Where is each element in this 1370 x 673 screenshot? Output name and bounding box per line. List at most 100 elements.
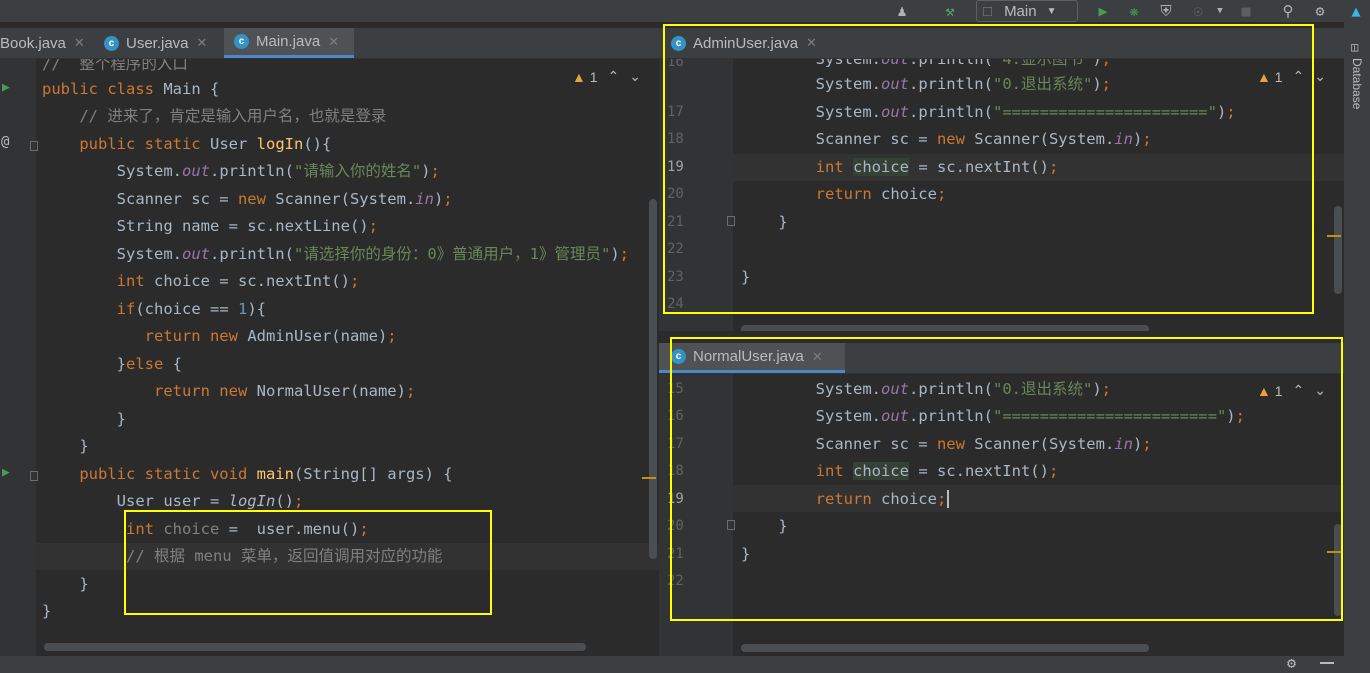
code-line: }else { xyxy=(42,355,183,373)
chevron-down-icon[interactable]: ⌄ xyxy=(1314,382,1326,399)
close-icon[interactable]: ✕ xyxy=(197,35,208,51)
inspection-widget[interactable]: ▲ 1 ⌃ ⌄ xyxy=(572,68,641,85)
horizontal-scrollbar[interactable] xyxy=(741,325,1149,331)
vertical-scrollbar[interactable] xyxy=(1334,206,1342,294)
line-number: 22 xyxy=(667,241,684,257)
code-line: return choice; xyxy=(741,185,947,203)
code-line: System.out.println("====================… xyxy=(741,407,1245,425)
chevron-down-icon: ▼ xyxy=(1046,5,1057,17)
chevron-down-icon[interactable]: ⌄ xyxy=(1314,68,1326,85)
code-line: User user = logIn(); xyxy=(42,492,304,510)
code-line: public static void main(String[] args) { xyxy=(42,465,453,483)
stop-icon[interactable]: ■ xyxy=(1234,1,1258,21)
database-icon[interactable]: ◫ xyxy=(1351,40,1358,54)
close-icon[interactable]: ✕ xyxy=(74,35,85,51)
profile-dropdown-icon[interactable]: ▼ xyxy=(1208,1,1232,21)
tab-label: Main.java xyxy=(256,33,321,50)
close-icon[interactable]: ✕ xyxy=(812,349,823,365)
main-java-editor[interactable]: ▶ @ ▶ // 整个程序的入口 public class Main { // … xyxy=(0,59,659,656)
chevron-up-icon[interactable]: ⌃ xyxy=(1293,382,1305,399)
left-tab-strip: Book.java ✕ c User.java ✕ c Main.java ✕ xyxy=(0,28,659,59)
chevron-up-icon[interactable]: ⌃ xyxy=(608,68,620,85)
database-label: Database xyxy=(1350,58,1364,110)
fold-icon[interactable] xyxy=(727,520,735,530)
warning-marker[interactable] xyxy=(1327,551,1341,553)
admin-user-editor[interactable]: 16 17 18 19 20 21 22 23 24 System.out.pr… xyxy=(659,59,1344,331)
vertical-scrollbar[interactable] xyxy=(1334,524,1342,616)
close-icon[interactable]: ✕ xyxy=(328,34,339,50)
class-icon: c xyxy=(234,34,249,49)
gear-icon[interactable]: ⚙ xyxy=(1287,654,1296,672)
minimize-icon[interactable] xyxy=(1320,662,1334,664)
warning-marker[interactable] xyxy=(642,477,656,479)
debug-icon[interactable]: ❋ xyxy=(1122,1,1146,21)
vertical-scrollbar[interactable] xyxy=(649,199,657,559)
normal-user-editor[interactable]: 15 16 17 18 19 20 21 22 System.out.print… xyxy=(659,374,1344,656)
code-line: System.out.println("0.退出系统"); xyxy=(741,380,1111,398)
code-line: } xyxy=(42,437,89,455)
code-line: String name = sc.nextLine(); xyxy=(42,217,378,235)
line-number: 15 xyxy=(667,381,684,397)
tab-user-java[interactable]: c User.java ✕ xyxy=(104,28,224,58)
code-line: return new NormalUser(name); xyxy=(42,382,416,400)
tab-book-java[interactable]: Book.java ✕ xyxy=(0,28,98,58)
line-number: 24 xyxy=(667,296,684,312)
run-gutter-icon[interactable]: ▶ xyxy=(2,80,10,95)
profile-icon[interactable]: ☉ xyxy=(1186,1,1210,21)
gear-icon[interactable]: ⚙ xyxy=(1308,1,1332,21)
code-line: int choice = sc.nextInt(); xyxy=(741,462,1059,480)
inspection-widget[interactable]: ▲ 1 ⌃ ⌄ xyxy=(1257,382,1326,399)
horizontal-scrollbar[interactable] xyxy=(741,644,1149,652)
user-icon[interactable]: ♟ xyxy=(890,1,914,21)
line-number: 20 xyxy=(667,186,684,202)
code-line: // 根据 menu 菜单，返回值调用对应的功能 xyxy=(42,547,443,565)
line-number: 19 xyxy=(667,491,684,507)
tab-label: User.java xyxy=(126,34,189,52)
fold-icon[interactable] xyxy=(727,216,735,226)
tab-normal-user-java[interactable]: c NormalUser.java ✕ xyxy=(659,343,845,373)
chevron-down-icon[interactable]: ⌄ xyxy=(629,68,641,85)
code-line: } xyxy=(42,575,89,593)
jetbrains-icon[interactable]: ▲ xyxy=(1344,1,1368,21)
code-line: int choice = sc.nextInt(); xyxy=(741,158,1059,176)
admin-tab-strip: c AdminUser.java ✕ xyxy=(659,28,1344,59)
tab-label: Book.java xyxy=(0,34,66,52)
run-configuration-select[interactable]: □ Main ▼ xyxy=(976,0,1078,22)
line-number: 17 xyxy=(667,104,684,120)
code-line: // 进来了，肯定是输入用户名，也就是登录 xyxy=(42,107,387,125)
horizontal-scrollbar[interactable] xyxy=(44,643,586,651)
inspection-widget[interactable]: ▲ 1 ⌃ ⌄ xyxy=(1257,68,1326,85)
search-icon[interactable]: ⚲ xyxy=(1276,1,1300,21)
class-icon: c xyxy=(671,349,686,364)
run-icon[interactable]: ▶ xyxy=(1091,1,1115,21)
line-number: 21 xyxy=(667,546,684,562)
tab-main-java[interactable]: c Main.java ✕ xyxy=(224,28,354,58)
database-tool-button[interactable]: Database xyxy=(1346,58,1368,148)
warning-marker[interactable] xyxy=(1327,235,1341,237)
class-icon: c xyxy=(104,35,119,51)
code-line: int choice = user.menu(); xyxy=(42,520,369,538)
coverage-icon[interactable]: ⛨ xyxy=(1154,1,1178,21)
warning-count: 1 xyxy=(1274,382,1283,399)
fold-icon[interactable] xyxy=(30,141,38,151)
close-icon[interactable]: ✕ xyxy=(806,35,817,51)
chevron-up-icon[interactable]: ⌃ xyxy=(1293,68,1305,85)
line-number: 21 xyxy=(667,214,684,230)
tab-label: NormalUser.java xyxy=(693,348,804,365)
line-number: 22 xyxy=(667,573,684,589)
code-line: public class Main { xyxy=(42,80,220,98)
code-line: } xyxy=(42,602,52,620)
run-gutter-icon[interactable]: ▶ xyxy=(2,465,10,480)
code-line: } xyxy=(42,410,126,428)
tab-admin-user-java[interactable]: c AdminUser.java ✕ xyxy=(671,28,841,58)
line-number: 23 xyxy=(667,269,684,285)
code-line: } xyxy=(741,517,788,535)
warning-count: 1 xyxy=(1274,68,1283,85)
code-line: } xyxy=(741,213,788,231)
fold-icon[interactable] xyxy=(30,471,38,481)
hammer-icon[interactable]: ⚒ xyxy=(938,1,962,21)
override-gutter-icon[interactable]: @ xyxy=(1,134,9,150)
text-cursor: ​ xyxy=(947,490,950,508)
line-number: 18 xyxy=(667,463,684,479)
normal-tab-strip: c NormalUser.java ✕ xyxy=(659,343,1344,374)
